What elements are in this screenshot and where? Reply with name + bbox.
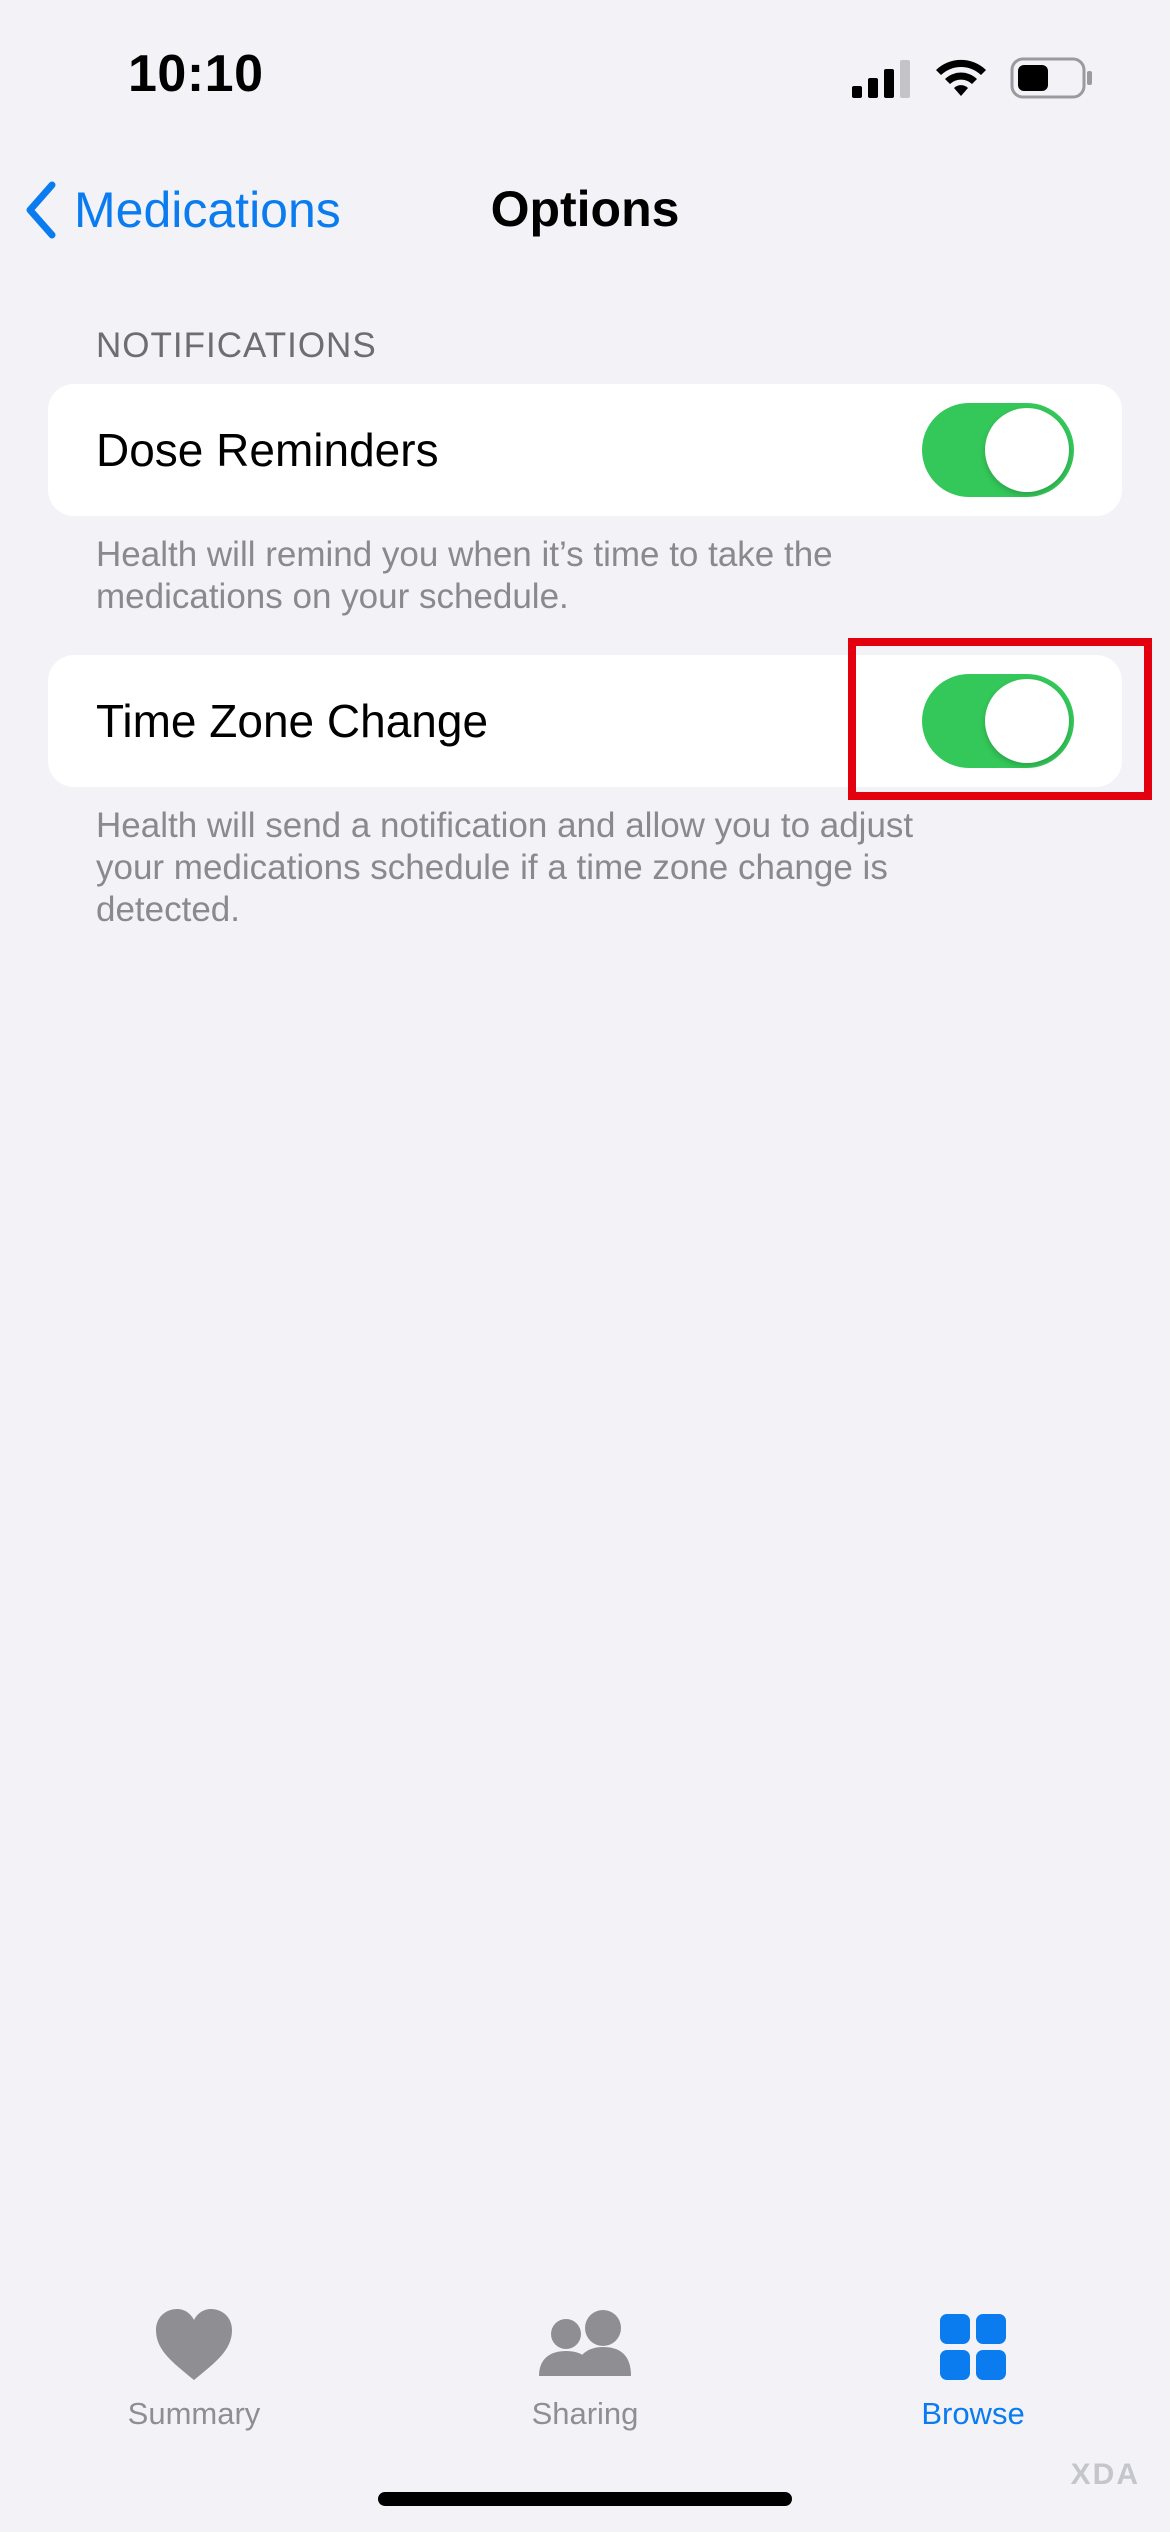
time-zone-change-footnote: Health will send a notification and allo… [96,805,1036,931]
dose-reminders-toggle[interactable] [922,403,1074,497]
heart-icon [156,2309,232,2380]
dose-reminders-label: Dose Reminders [96,424,439,476]
tab-label: Browse [921,2396,1025,2431]
toggle-knob [985,408,1069,492]
tab-sharing[interactable]: Sharing [455,2306,715,2446]
home-indicator[interactable] [378,2492,792,2506]
page-title: Options [490,181,680,237]
battery-icon [1010,57,1092,99]
navigation-bar: Medications Options [0,160,1170,260]
footnote-line: medications on your schedule. [96,577,569,616]
cellular-signal-icon [852,60,910,98]
tab-browse[interactable]: Browse [843,2306,1103,2446]
tab-label: Summary [127,2396,261,2431]
dose-reminders-footnote: Health will remind you when it’s time to… [96,534,1036,618]
status-time: 10:10 [128,45,264,103]
time-zone-change-label: Time Zone Change [96,695,489,747]
options-screen: 10:10 Medications Options NOTIFICATIONS … [0,0,1170,2532]
people-icon [539,2310,631,2376]
grid-icon [940,2314,1006,2380]
footnote-line: detected. [96,890,240,929]
tab-summary[interactable]: Summary [64,2306,324,2446]
tab-label: Sharing [531,2396,639,2431]
highlight-annotation-box [848,638,1152,800]
footnote-line: your medications schedule if a time zone… [96,848,888,887]
footnote-line: Health will remind you when it’s time to… [96,535,833,574]
section-header-notifications: NOTIFICATIONS [96,326,377,365]
wifi-icon [936,59,986,96]
dose-reminders-row: Dose Reminders [48,384,1122,516]
status-icons [852,56,1094,100]
status-bar: 10:10 [0,0,1170,150]
watermark: XDA [1070,2458,1140,2491]
footnote-line: Health will send a notification and allo… [96,806,914,845]
